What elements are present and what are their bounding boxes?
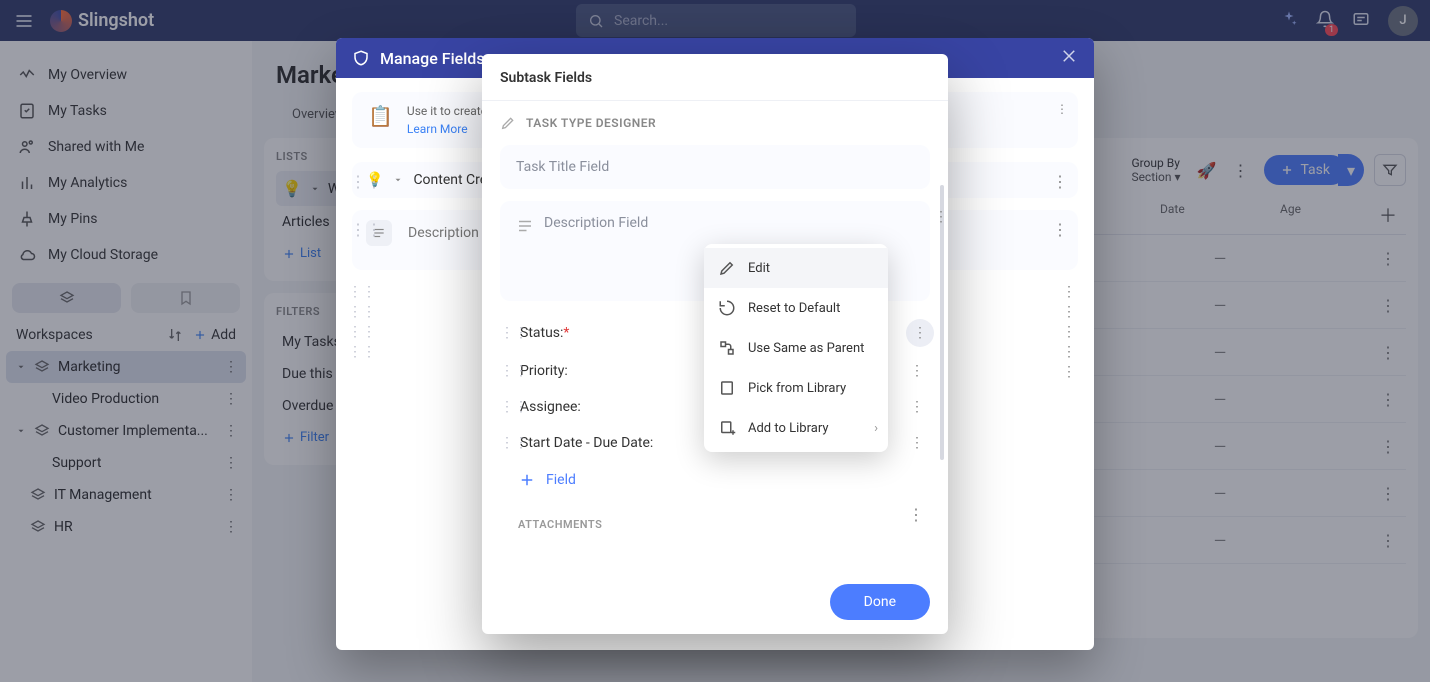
library-icon — [718, 379, 736, 397]
more-icon[interactable]: ⋮ — [1062, 304, 1076, 320]
more-icon[interactable]: ⋮ — [1056, 102, 1068, 116]
shield-icon — [352, 49, 370, 67]
drag-handle-icon[interactable]: ⋮⋮ — [348, 324, 376, 340]
drag-handle-icon[interactable]: ⋮⋮ — [348, 304, 376, 320]
drag-handle-icon[interactable]: ⋮⋮ — [350, 172, 382, 191]
pencil-icon — [500, 115, 516, 131]
paragraph-icon — [516, 217, 534, 235]
ctx-edit[interactable]: Edit — [704, 248, 888, 288]
chevron-down-icon — [393, 175, 403, 185]
add-field-button[interactable]: Field — [488, 461, 942, 499]
more-icon[interactable]: ⋮ — [1062, 284, 1076, 300]
chevron-right-icon: › — [874, 421, 878, 436]
ctx-pick-library[interactable]: Pick from Library — [704, 368, 888, 408]
ctx-reset[interactable]: Reset to Default — [704, 288, 888, 328]
more-icon[interactable]: ⋮ — [1062, 344, 1076, 360]
more-icon[interactable]: ⋮ — [1062, 324, 1076, 340]
library-add-icon — [718, 419, 736, 437]
more-icon[interactable]: ⋮ — [910, 399, 924, 415]
more-icon[interactable]: ⋮ — [908, 505, 924, 524]
hierarchy-icon — [718, 339, 736, 357]
ctx-same-as-parent[interactable]: Use Same as Parent — [704, 328, 888, 368]
drag-handle-icon[interactable]: ⋮⋮ — [500, 363, 528, 379]
close-icon[interactable] — [1060, 47, 1078, 69]
more-icon[interactable]: ⋮ — [906, 319, 934, 347]
field-context-menu: Edit Reset to Default Use Same as Parent… — [704, 244, 888, 452]
drag-handle-icon[interactable]: ⋮⋮ — [350, 220, 382, 239]
undo-icon — [718, 299, 736, 317]
task-title-field[interactable]: Task Title Field — [500, 145, 930, 189]
pencil-icon — [718, 259, 736, 277]
plus-icon — [518, 471, 536, 489]
drag-handle-icon[interactable]: ⋮⋮ — [500, 399, 528, 415]
drag-handle-icon[interactable]: ⋮⋮ — [348, 344, 376, 360]
more-icon[interactable]: ⋮ — [1052, 220, 1068, 239]
attachments-section: ATTACHMENTS ⋮ — [488, 499, 942, 534]
clipboard-icon: 📋 — [368, 104, 393, 136]
more-icon[interactable]: ⋮ — [910, 435, 924, 451]
more-icon[interactable]: ⋮ — [934, 209, 948, 225]
drag-handle-icon[interactable]: ⋮⋮ — [348, 284, 376, 300]
more-icon[interactable]: ⋮ — [910, 363, 924, 379]
drag-handle-icon[interactable]: ⋮⋮ — [500, 435, 528, 451]
modal-title: Manage Fields — [380, 49, 485, 68]
ctx-add-library[interactable]: Add to Library › — [704, 408, 888, 448]
drag-handle-icon[interactable]: ⋮⋮ — [500, 325, 528, 341]
more-icon[interactable]: ⋮ — [1062, 364, 1076, 380]
more-icon[interactable]: ⋮ — [1052, 172, 1068, 191]
done-button[interactable]: Done — [830, 584, 930, 620]
subtask-modal-title: Subtask Fields — [482, 54, 948, 101]
task-type-designer-heading: TASK TYPE DESIGNER — [482, 101, 948, 141]
